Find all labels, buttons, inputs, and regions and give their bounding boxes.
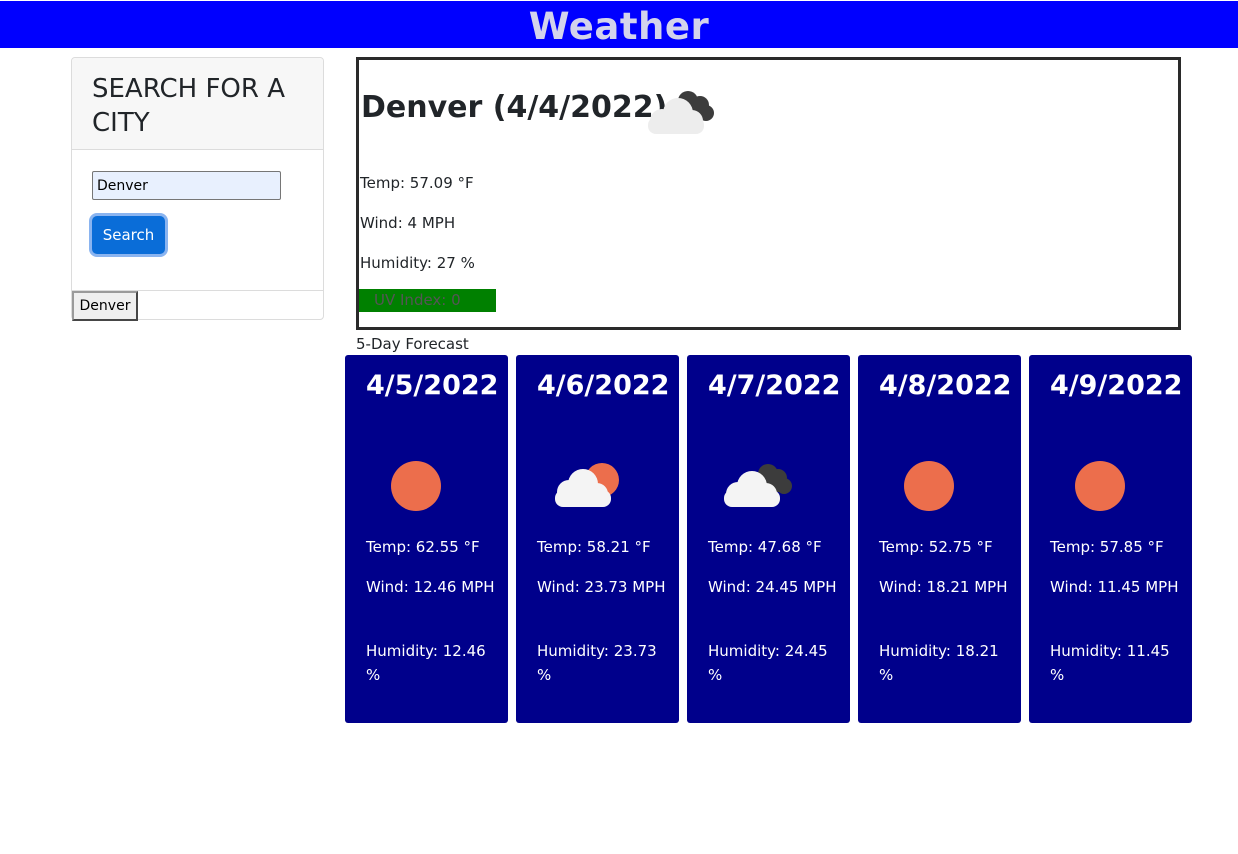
forecast-wind: Wind: 11.45 MPH [1050, 578, 1179, 596]
forecast-card: 4/6/2022 Temp: 58.21 °F Wind: 23.73 MPH … [516, 355, 679, 723]
forecast-humidity: Humidity: 24.45 % [708, 642, 828, 684]
partly-cloudy-icon [555, 463, 619, 507]
forecast-humidity: Humidity: 11.45 % [1050, 642, 1170, 684]
history-button-denver[interactable]: Denver [72, 291, 138, 321]
forecast-wind: Wind: 24.45 MPH [708, 578, 837, 596]
current-temp: Temp: 57.09 °F [360, 174, 474, 192]
forecast-temp: Temp: 62.55 °F [366, 538, 480, 556]
uv-index-badge: UV Index: 0 [359, 289, 496, 312]
current-city-title: Denver (4/4/2022) [361, 90, 668, 125]
forecast-humidity: Humidity: 18.21 % [879, 642, 999, 684]
forecast-temp: Temp: 47.68 °F [708, 538, 822, 556]
forecast-label: 5-Day Forecast [356, 335, 469, 353]
current-wind: Wind: 4 MPH [360, 214, 456, 232]
forecast-date: 4/8/2022 [879, 370, 1012, 401]
sun-icon [391, 461, 441, 511]
current-humidity: Humidity: 27 % [360, 254, 475, 272]
app-header: Weather [0, 1, 1238, 48]
search-panel-header: SEARCH FOR A CITY [72, 58, 323, 150]
forecast-card: 4/7/2022 Temp: 47.68 °F Wind: 24.45 MPH … [687, 355, 850, 723]
forecast-date: 4/7/2022 [708, 370, 841, 401]
forecast-wind: Wind: 23.73 MPH [537, 578, 666, 596]
sun-icon [904, 461, 954, 511]
search-button[interactable]: Search [92, 216, 165, 254]
forecast-temp: Temp: 52.75 °F [879, 538, 993, 556]
search-heading: SEARCH FOR A CITY [92, 74, 285, 138]
forecast-humidity: Humidity: 12.46 % [366, 642, 486, 684]
forecast-temp: Temp: 58.21 °F [537, 538, 651, 556]
forecast-date: 4/5/2022 [366, 370, 499, 401]
forecast-humidity: Humidity: 23.73 % [537, 642, 657, 684]
cloudy-icon [648, 91, 714, 134]
forecast-wind: Wind: 12.46 MPH [366, 578, 495, 596]
forecast-card: 4/9/2022 Temp: 57.85 °F Wind: 11.45 MPH … [1029, 355, 1192, 723]
forecast-temp: Temp: 57.85 °F [1050, 538, 1164, 556]
sun-icon [1075, 461, 1125, 511]
forecast-card: 4/8/2022 Temp: 52.75 °F Wind: 18.21 MPH … [858, 355, 1021, 723]
app-title: Weather [528, 5, 710, 48]
forecast-date: 4/9/2022 [1050, 370, 1183, 401]
search-panel: SEARCH FOR A CITY Search Denver [71, 57, 324, 321]
city-search-input[interactable] [92, 171, 281, 200]
forecast-wind: Wind: 18.21 MPH [879, 578, 1008, 596]
forecast-card: 4/5/2022 Temp: 62.55 °F Wind: 12.46 MPH … [345, 355, 508, 723]
current-weather-panel: Denver (4/4/2022) Temp: 57.09 °F Wind: 4… [356, 57, 1181, 330]
cloudy-icon [724, 464, 792, 507]
forecast-date: 4/6/2022 [537, 370, 670, 401]
